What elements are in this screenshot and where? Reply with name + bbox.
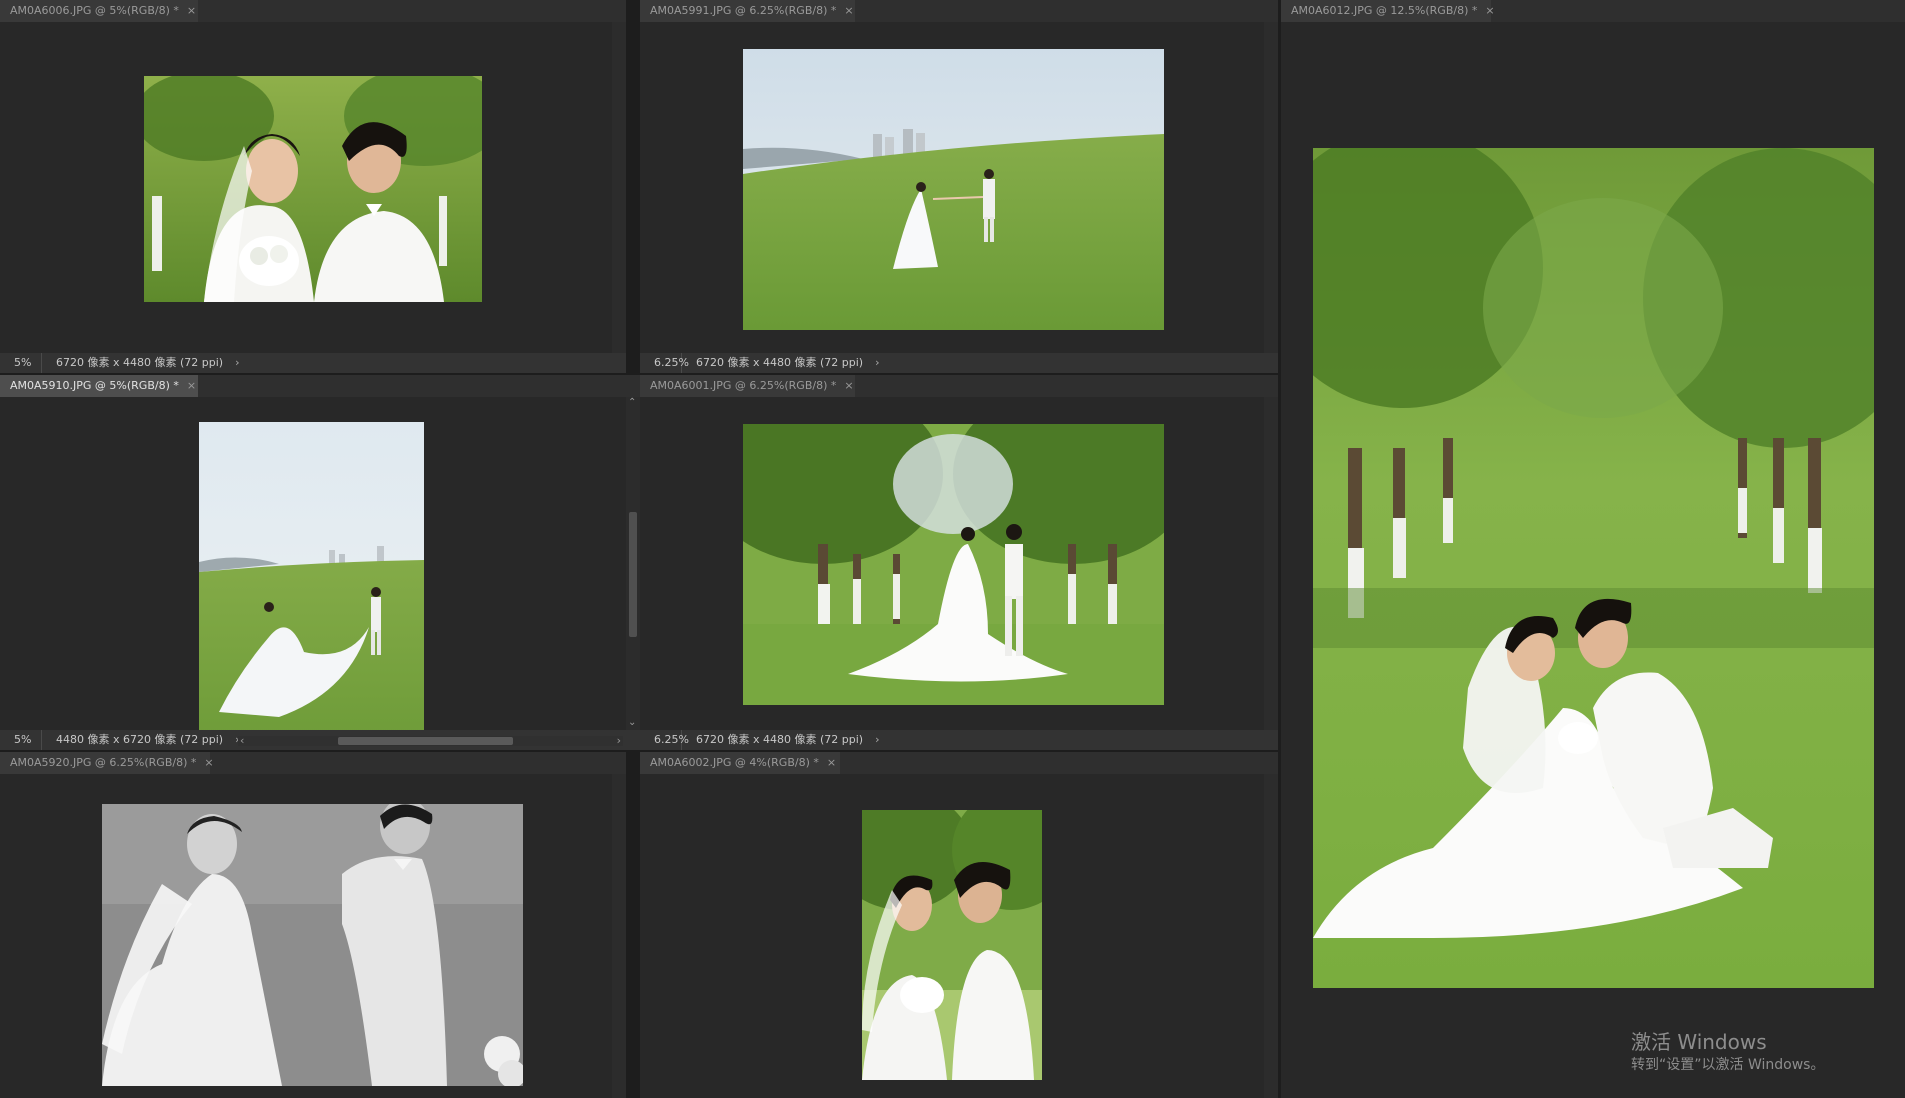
canvas-area[interactable] [0,774,626,1098]
tab-label: AM0A5991.JPG @ 6.25%(RGB/8) * [650,4,837,17]
document-dimensions: 4480 像素 x 6720 像素 (72 ppi) [56,733,224,746]
zoom-level[interactable]: 5% [0,730,42,750]
close-icon[interactable]: × [204,756,213,769]
vertical-scrollbar[interactable] [1264,774,1278,1098]
canvas-area[interactable] [1281,22,1905,1098]
close-icon[interactable]: × [844,379,853,392]
tab-am0a5920[interactable]: AM0A5920.JPG @ 6.25%(RGB/8) * × [0,752,214,774]
vertical-scrollbar[interactable] [1264,22,1278,353]
photoshop-workspace: { "documents": [ {"tab": "AM0A6006.JPG @… [0,0,1905,1098]
document-window-am0a6001: AM0A6001.JPG @ 6.25%(RGB/8) * × 6.25% 67… [640,375,1278,750]
vertical-scrollbar[interactable]: ⌃ ⌄ [626,397,640,730]
close-icon[interactable]: × [827,756,836,769]
document-window-am0a5920: AM0A5920.JPG @ 6.25%(RGB/8) * × [0,752,626,1098]
canvas-area[interactable] [0,22,626,353]
close-icon[interactable]: × [187,379,196,392]
photo-bride-long-veil [199,422,424,750]
canvas-area[interactable] [640,397,1278,730]
tab-label: AM0A5920.JPG @ 6.25%(RGB/8) * [10,756,197,769]
windows-activation-subtitle: 转到“设置”以激活 Windows。 [1631,1057,1825,1073]
tab-label: AM0A5910.JPG @ 5%(RGB/8) * [10,379,179,392]
horizontal-scroll-thumb[interactable] [338,737,513,745]
scroll-right-icon[interactable]: › [617,731,621,750]
vertical-scrollbar[interactable] [1264,397,1278,730]
status-bar: 6.25% 6720 像素 x 4480 像素 (72 ppi) › [640,353,1278,373]
tab-label: AM0A6002.JPG @ 4%(RGB/8) * [650,756,819,769]
tab-am0a5991[interactable]: AM0A5991.JPG @ 6.25%(RGB/8) * × [640,0,855,22]
canvas-area[interactable] [640,22,1278,353]
scroll-down-icon[interactable]: ⌄ [628,717,636,728]
document-window-am0a5991: AM0A5991.JPG @ 6.25%(RGB/8) * × 6.25% 6720 [640,0,1278,373]
tab-am0a6002[interactable]: AM0A6002.JPG @ 4%(RGB/8) * × [640,752,840,774]
tab-am0a5910[interactable]: AM0A5910.JPG @ 5%(RGB/8) * × [0,375,198,397]
document-window-am0a5910: AM0A5910.JPG @ 5%(RGB/8) *× ⌃ ⌄ 5%4480 [0,375,640,750]
canvas-area[interactable] [640,774,1278,1098]
status-menu-arrow-icon[interactable]: › [863,353,879,373]
document-dimensions: 6720 像素 x 4480 像素 (72 ppi) [696,733,864,746]
vertical-scrollbar[interactable] [612,774,626,1098]
document-window-am0a6006: AM0A6006.JPG @ 5%(RGB/8) * × 5% 6720 像素 x … [0,0,626,373]
tab-am0a6001[interactable]: AM0A6001.JPG @ 6.25%(RGB/8) * × [640,375,855,397]
tab-label: AM0A6001.JPG @ 6.25%(RGB/8) * [650,379,837,392]
scroll-up-icon[interactable]: ⌃ [628,397,636,408]
horizontal-scrollbar[interactable]: ‹ › [238,734,623,747]
tab-label: AM0A6012.JPG @ 12.5%(RGB/8) * [1291,4,1478,17]
status-bar: 5% 6720 像素 x 4480 像素 (72 ppi) › [0,353,626,373]
tab-am0a6012[interactable]: AM0A6012.JPG @ 12.5%(RGB/8) * × [1281,0,1495,22]
vertical-scrollbar[interactable] [612,22,626,353]
photo-couple-black-and-white [102,804,523,1086]
photo-couple-on-hill [743,49,1164,330]
status-menu-arrow-icon[interactable]: › [863,730,879,750]
status-menu-arrow-icon[interactable]: › [223,353,239,373]
scroll-left-icon[interactable]: ‹ [240,731,244,750]
photo-couple-kiss-in-orchard [1313,148,1874,988]
close-icon[interactable]: × [844,4,853,17]
zoom-level[interactable]: 6.25% [640,353,689,373]
document-dimensions: 6720 像素 x 4480 像素 (72 ppi) [696,356,864,369]
document-window-am0a6002: AM0A6002.JPG @ 4%(RGB/8) * × [640,752,1278,1098]
zoom-level[interactable]: 6.25% [640,730,689,750]
photo-couple-forehead-touch [862,810,1042,1080]
photo-couple-closeup [144,76,482,302]
document-dimensions: 6720 像素 x 4480 像素 (72 ppi) [56,356,224,369]
status-bar: 6.25% 6720 像素 x 4480 像素 (72 ppi) › [640,730,1278,750]
status-bar: 5% 4480 像素 x 6720 像素 (72 ppi) › ‹ › [0,730,640,750]
photo-couple-in-orchard [743,424,1164,705]
document-window-am0a6012: AM0A6012.JPG @ 12.5%(RGB/8) * × 激活 Windo… [1281,0,1905,1098]
windows-activation-title: 激活 Windows [1631,1030,1767,1054]
vertical-scroll-thumb[interactable] [629,512,637,637]
tab-label: AM0A6006.JPG @ 5%(RGB/8) * [10,4,179,17]
close-icon[interactable]: × [1485,4,1494,17]
close-icon[interactable]: × [187,4,196,17]
tab-am0a6006[interactable]: AM0A6006.JPG @ 5%(RGB/8) * × [0,0,198,22]
canvas-area[interactable] [0,397,640,750]
zoom-level[interactable]: 5% [0,353,42,373]
